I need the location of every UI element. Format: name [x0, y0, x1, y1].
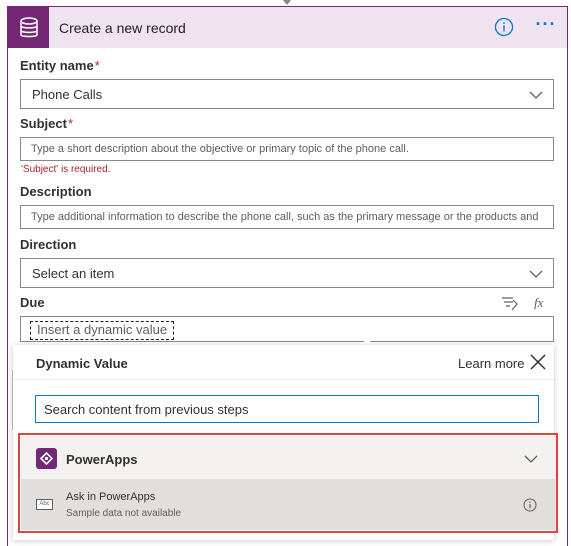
insert-dynamic-value-chip[interactable]: Insert a dynamic value: [30, 321, 175, 340]
card-title[interactable]: Create a new record: [59, 20, 186, 36]
chevron-down-icon: [529, 91, 543, 99]
info-icon[interactable]: [494, 17, 514, 37]
due-label: Due: [20, 295, 45, 310]
direction-value: Select an item: [32, 266, 115, 281]
expression-fx-icon[interactable]: fx: [532, 295, 550, 311]
entity-name-label: Entity name*: [20, 58, 100, 73]
subject-placeholder: Type a short description about the objec…: [31, 143, 409, 155]
database-icon: [8, 7, 49, 48]
card-header[interactable]: Create a new record ···: [8, 7, 567, 48]
entity-name-value: Phone Calls: [32, 87, 103, 102]
subject-label: Subject*: [20, 116, 73, 131]
panel-title: Dynamic Value: [36, 356, 128, 371]
due-input[interactable]: Insert a dynamic value: [20, 316, 554, 342]
description-input[interactable]: Type additional information to describe …: [20, 205, 554, 229]
more-options-button[interactable]: ···: [533, 15, 559, 37]
direction-dropdown[interactable]: Select an item: [20, 258, 554, 288]
entity-name-label-text: Entity name: [20, 58, 94, 73]
required-marker: *: [94, 58, 100, 73]
svg-text:fx: fx: [534, 295, 544, 310]
required-marker: *: [67, 116, 74, 131]
chevron-down-icon: [529, 270, 543, 278]
direction-label: Direction: [20, 237, 77, 252]
learn-more-link[interactable]: Learn more: [458, 356, 524, 371]
close-icon[interactable]: [530, 354, 546, 370]
highlight-box: [18, 433, 558, 533]
connector-notch: [282, 0, 292, 5]
subject-label-text: Subject: [20, 116, 67, 131]
panel-divider: [13, 379, 554, 380]
subject-error: 'Subject' is required.: [21, 164, 111, 175]
subject-input[interactable]: Type a short description about the objec…: [20, 137, 554, 161]
description-placeholder: Type additional information to describe …: [31, 211, 539, 223]
dynamic-search-input[interactable]: Search content from previous steps: [35, 395, 539, 423]
format-data-icon[interactable]: [501, 295, 519, 311]
description-label: Description: [20, 184, 92, 199]
entity-name-dropdown[interactable]: Phone Calls: [20, 79, 554, 109]
